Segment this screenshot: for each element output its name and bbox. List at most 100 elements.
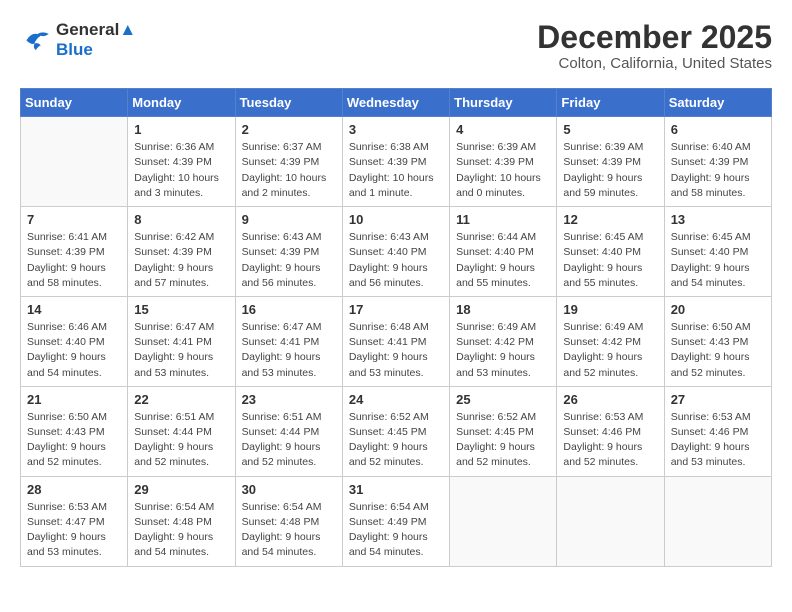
day-info: Sunrise: 6:41 AM Sunset: 4:39 PM Dayligh… <box>27 230 121 291</box>
day-number: 5 <box>563 122 657 137</box>
day-number: 17 <box>349 302 443 317</box>
day-number: 26 <box>563 392 657 407</box>
calendar-cell: 14Sunrise: 6:46 AM Sunset: 4:40 PM Dayli… <box>21 296 128 386</box>
day-number: 25 <box>456 392 550 407</box>
day-number: 28 <box>27 482 121 497</box>
calendar-cell: 18 Sunrise: 6:49 AM Sunset: 4:42 PM Dayli… <box>450 296 557 386</box>
day-info: Sunrise: 6:39 AM Sunset: 4:39 PM Dayligh… <box>456 140 550 201</box>
day-number: 9 <box>242 212 336 227</box>
calendar-table: SundayMondayTuesdayWednesdayThursdayFrid… <box>20 88 772 566</box>
weekday-header-tuesday: Tuesday <box>235 89 342 117</box>
day-info: Sunrise: 6:39 AM Sunset: 4:39 PM Dayligh… <box>563 140 657 201</box>
day-number: 20 <box>671 302 765 317</box>
calendar-cell: 23Sunrise: 6:51 AM Sunset: 4:44 PM Dayli… <box>235 386 342 476</box>
day-number: 21 <box>27 392 121 407</box>
calendar-cell: 13Sunrise: 6:45 AM Sunset: 4:40 PM Dayli… <box>664 207 771 297</box>
day-info: Sunrise: 6:54 AM Sunset: 4:48 PM Dayligh… <box>134 500 228 561</box>
calendar-week-2: 7 Sunrise: 6:41 AM Sunset: 4:39 PM Daylig… <box>21 207 772 297</box>
calendar-cell: 4 Sunrise: 6:39 AM Sunset: 4:39 PM Daylig… <box>450 117 557 207</box>
calendar-cell: 29Sunrise: 6:54 AM Sunset: 4:48 PM Dayli… <box>128 476 235 566</box>
calendar-cell: 1Sunrise: 6:36 AM Sunset: 4:39 PM Daylig… <box>128 117 235 207</box>
weekday-header-thursday: Thursday <box>450 89 557 117</box>
calendar-cell: 8 Sunrise: 6:42 AM Sunset: 4:39 PM Daylig… <box>128 207 235 297</box>
calendar-cell: 12Sunrise: 6:45 AM Sunset: 4:40 PM Dayli… <box>557 207 664 297</box>
calendar-cell <box>664 476 771 566</box>
calendar-cell: 7 Sunrise: 6:41 AM Sunset: 4:39 PM Daylig… <box>21 207 128 297</box>
calendar-cell: 28 Sunrise: 6:53 AM Sunset: 4:47 PM Dayli… <box>21 476 128 566</box>
calendar-cell: 5 Sunrise: 6:39 AM Sunset: 4:39 PM Daylig… <box>557 117 664 207</box>
day-number: 10 <box>349 212 443 227</box>
day-number: 6 <box>671 122 765 137</box>
logo: General▲ Blue <box>20 20 136 60</box>
calendar-cell: 11Sunrise: 6:44 AM Sunset: 4:40 PM Dayli… <box>450 207 557 297</box>
day-info: Sunrise: 6:47 AM Sunset: 4:41 PM Dayligh… <box>134 320 228 381</box>
day-info: Sunrise: 6:50 AM Sunset: 4:43 PM Dayligh… <box>27 410 121 471</box>
day-info: Sunrise: 6:37 AM Sunset: 4:39 PM Dayligh… <box>242 140 336 201</box>
calendar-cell <box>450 476 557 566</box>
calendar-cell: 3Sunrise: 6:38 AM Sunset: 4:39 PM Daylig… <box>342 117 449 207</box>
weekday-header-sunday: Sunday <box>21 89 128 117</box>
day-info: Sunrise: 6:51 AM Sunset: 4:44 PM Dayligh… <box>134 410 228 471</box>
calendar-cell <box>21 117 128 207</box>
day-info: Sunrise: 6:45 AM Sunset: 4:40 PM Dayligh… <box>563 230 657 291</box>
logo-bird-icon <box>20 26 52 54</box>
logo-text: General▲ Blue <box>56 20 136 60</box>
day-info: Sunrise: 6:42 AM Sunset: 4:39 PM Dayligh… <box>134 230 228 291</box>
calendar-cell: 22 Sunrise: 6:51 AM Sunset: 4:44 PM Dayli… <box>128 386 235 476</box>
calendar-cell: 9 Sunrise: 6:43 AM Sunset: 4:39 PM Daylig… <box>235 207 342 297</box>
day-number: 3 <box>349 122 443 137</box>
day-number: 14 <box>27 302 121 317</box>
weekday-header-row: SundayMondayTuesdayWednesdayThursdayFrid… <box>21 89 772 117</box>
day-number: 31 <box>349 482 443 497</box>
day-number: 15 <box>134 302 228 317</box>
calendar-cell: 15 Sunrise: 6:47 AM Sunset: 4:41 PM Dayli… <box>128 296 235 386</box>
day-info: Sunrise: 6:40 AM Sunset: 4:39 PM Dayligh… <box>671 140 765 201</box>
day-number: 22 <box>134 392 228 407</box>
weekday-header-friday: Friday <box>557 89 664 117</box>
day-info: Sunrise: 6:50 AM Sunset: 4:43 PM Dayligh… <box>671 320 765 381</box>
day-info: Sunrise: 6:48 AM Sunset: 4:41 PM Dayligh… <box>349 320 443 381</box>
weekday-header-monday: Monday <box>128 89 235 117</box>
day-number: 8 <box>134 212 228 227</box>
day-number: 30 <box>242 482 336 497</box>
calendar-cell: 20 Sunrise: 6:50 AM Sunset: 4:43 PM Dayli… <box>664 296 771 386</box>
calendar-cell: 24 Sunrise: 6:52 AM Sunset: 4:45 PM Dayli… <box>342 386 449 476</box>
calendar-week-1: 1Sunrise: 6:36 AM Sunset: 4:39 PM Daylig… <box>21 117 772 207</box>
day-info: Sunrise: 6:54 AM Sunset: 4:48 PM Dayligh… <box>242 500 336 561</box>
calendar-cell: 31Sunrise: 6:54 AM Sunset: 4:49 PM Dayli… <box>342 476 449 566</box>
weekday-header-wednesday: Wednesday <box>342 89 449 117</box>
calendar-cell: 17 Sunrise: 6:48 AM Sunset: 4:41 PM Dayli… <box>342 296 449 386</box>
calendar-week-4: 21 Sunrise: 6:50 AM Sunset: 4:43 PM Dayli… <box>21 386 772 476</box>
calendar-cell: 21 Sunrise: 6:50 AM Sunset: 4:43 PM Dayli… <box>21 386 128 476</box>
calendar-cell: 27Sunrise: 6:53 AM Sunset: 4:46 PM Dayli… <box>664 386 771 476</box>
day-number: 13 <box>671 212 765 227</box>
location-title: Colton, California, United States <box>537 55 772 72</box>
day-number: 2 <box>242 122 336 137</box>
calendar-cell <box>557 476 664 566</box>
title-block: December 2025 Colton, California, United… <box>537 20 772 72</box>
day-number: 18 <box>456 302 550 317</box>
calendar-cell: 16 Sunrise: 6:47 AM Sunset: 4:41 PM Dayli… <box>235 296 342 386</box>
day-info: Sunrise: 6:49 AM Sunset: 4:42 PM Dayligh… <box>563 320 657 381</box>
day-info: Sunrise: 6:53 AM Sunset: 4:47 PM Dayligh… <box>27 500 121 561</box>
calendar-week-3: 14Sunrise: 6:46 AM Sunset: 4:40 PM Dayli… <box>21 296 772 386</box>
day-info: Sunrise: 6:52 AM Sunset: 4:45 PM Dayligh… <box>349 410 443 471</box>
month-title: December 2025 <box>537 20 772 55</box>
day-number: 23 <box>242 392 336 407</box>
day-info: Sunrise: 6:43 AM Sunset: 4:39 PM Dayligh… <box>242 230 336 291</box>
day-number: 4 <box>456 122 550 137</box>
day-info: Sunrise: 6:43 AM Sunset: 4:40 PM Dayligh… <box>349 230 443 291</box>
calendar-cell: 25Sunrise: 6:52 AM Sunset: 4:45 PM Dayli… <box>450 386 557 476</box>
day-info: Sunrise: 6:44 AM Sunset: 4:40 PM Dayligh… <box>456 230 550 291</box>
day-info: Sunrise: 6:36 AM Sunset: 4:39 PM Dayligh… <box>134 140 228 201</box>
calendar-cell: 30 Sunrise: 6:54 AM Sunset: 4:48 PM Dayli… <box>235 476 342 566</box>
day-number: 7 <box>27 212 121 227</box>
day-number: 16 <box>242 302 336 317</box>
day-info: Sunrise: 6:53 AM Sunset: 4:46 PM Dayligh… <box>563 410 657 471</box>
page-header: General▲ Blue December 2025 Colton, Cali… <box>20 20 772 72</box>
day-number: 24 <box>349 392 443 407</box>
day-info: Sunrise: 6:49 AM Sunset: 4:42 PM Dayligh… <box>456 320 550 381</box>
weekday-header-saturday: Saturday <box>664 89 771 117</box>
day-info: Sunrise: 6:47 AM Sunset: 4:41 PM Dayligh… <box>242 320 336 381</box>
calendar-cell: 10 Sunrise: 6:43 AM Sunset: 4:40 PM Dayli… <box>342 207 449 297</box>
